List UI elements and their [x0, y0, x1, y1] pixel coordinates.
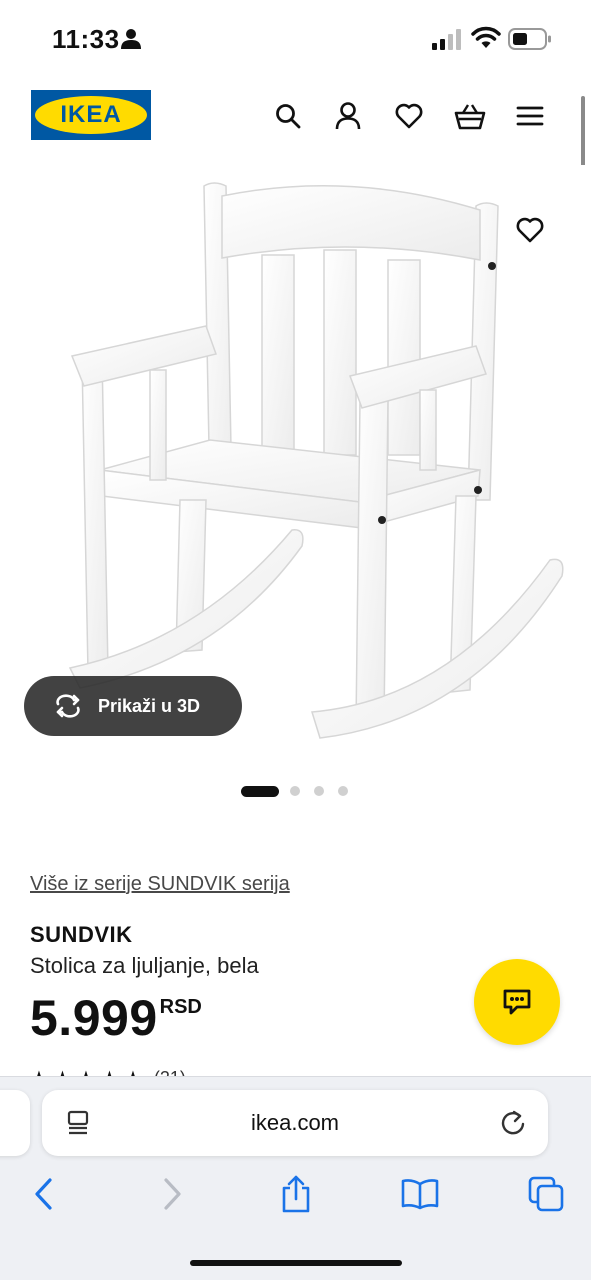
url-text: ikea.com	[250, 1110, 340, 1135]
person-icon	[121, 29, 141, 49]
home-indicator[interactable]	[190, 1260, 402, 1266]
price-currency: RSD	[159, 996, 202, 1018]
basket-icon[interactable]	[452, 98, 488, 134]
carousel-dot-4[interactable]	[338, 786, 348, 796]
bookmarks-icon[interactable]	[400, 1174, 440, 1214]
add-to-favorites-icon[interactable]	[512, 212, 548, 248]
search-icon[interactable]	[270, 98, 306, 134]
chat-button[interactable]	[474, 959, 560, 1045]
carousel-dot-1[interactable]	[241, 785, 279, 797]
tabs-icon[interactable]	[526, 1174, 566, 1214]
back-icon[interactable]	[24, 1174, 64, 1214]
ikea-logo-text: IKEA	[60, 101, 122, 128]
view-in-3d-button[interactable]: Prikaži u 3D	[24, 676, 242, 736]
series-link[interactable]: Više iz serije SUNDVIK serija	[30, 873, 290, 896]
ikea-logo[interactable]: IKEA	[31, 90, 151, 140]
menu-icon[interactable]	[512, 98, 548, 134]
product-name: SUNDVIK	[30, 922, 133, 947]
product-price: 5.999 RSD	[30, 990, 202, 1046]
share-icon[interactable]	[276, 1174, 316, 1214]
status-time: 11:33	[52, 24, 120, 54]
ikea-logo-oval: IKEA	[35, 96, 147, 134]
product-description: Stolica za ljuljanje, bela	[30, 953, 259, 978]
rocking-chair-illustration	[68, 182, 564, 739]
signal-icon	[432, 29, 461, 50]
address-bar[interactable]: ikea.com	[42, 1090, 548, 1156]
product-image[interactable]	[0, 165, 591, 760]
price-value: 5.999	[30, 990, 158, 1046]
carousel-dot-3[interactable]	[314, 786, 324, 796]
wifi-icon	[471, 26, 501, 48]
reload-icon[interactable]	[498, 1108, 528, 1138]
image-carousel-dots[interactable]	[0, 784, 591, 798]
chat-icon	[503, 989, 531, 1015]
carousel-dot-2[interactable]	[290, 786, 300, 796]
previous-tab-edge[interactable]	[0, 1090, 30, 1156]
forward-icon[interactable]	[152, 1174, 192, 1214]
account-icon[interactable]	[330, 98, 366, 134]
battery-icon	[508, 28, 551, 50]
rotate-3d-icon	[56, 694, 80, 718]
favorites-icon[interactable]	[391, 98, 427, 134]
view-in-3d-label: Prikaži u 3D	[98, 695, 201, 716]
status-bar: 11:33	[0, 0, 591, 80]
